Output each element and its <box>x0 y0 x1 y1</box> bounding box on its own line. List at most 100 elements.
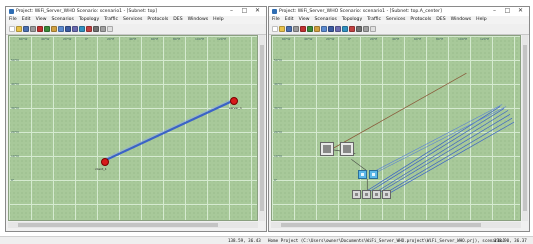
print-icon[interactable] <box>293 26 299 32</box>
copy-icon[interactable] <box>44 26 50 32</box>
menu-windows[interactable]: Windows <box>451 16 472 24</box>
link-line[interactable] <box>386 121 515 195</box>
menu-help[interactable]: Help <box>476 16 486 24</box>
menu-des[interactable]: DES <box>436 16 445 24</box>
menu-scenarios[interactable]: Scenarios <box>315 16 337 24</box>
stop-icon[interactable] <box>86 26 92 32</box>
menu-scenarios[interactable]: Scenarios <box>52 16 74 24</box>
title-bar[interactable]: Project: WiFi_Server_WHO Scenario: scena… <box>6 7 266 16</box>
menu-topology[interactable]: Topology <box>342 16 362 24</box>
maximize-button[interactable]: □ <box>501 7 514 16</box>
link-line[interactable] <box>371 108 505 191</box>
menu-services[interactable]: Services <box>386 16 405 24</box>
menu-help[interactable]: Help <box>213 16 223 24</box>
menu-services[interactable]: Services <box>123 16 142 24</box>
router-icon <box>323 145 331 153</box>
new-icon[interactable] <box>272 26 278 32</box>
network-map[interactable]: 60°W 40°W 20°W 0° 20°E 40°E 60°E 80°E 10… <box>271 35 521 221</box>
open-icon[interactable] <box>279 26 285 32</box>
cut-icon[interactable] <box>300 26 306 32</box>
config-icon[interactable] <box>363 26 369 32</box>
minimize-button[interactable]: – <box>488 7 501 16</box>
client-node[interactable] <box>101 158 109 166</box>
app-icon <box>272 9 277 14</box>
maximize-button[interactable]: □ <box>238 7 251 16</box>
menu-file[interactable]: File <box>9 16 17 24</box>
minimize-button[interactable]: – <box>225 7 238 16</box>
link-line[interactable] <box>104 99 234 162</box>
link-line[interactable] <box>378 114 511 193</box>
run-icon[interactable] <box>79 26 85 32</box>
open-icon[interactable] <box>16 26 22 32</box>
help-icon[interactable] <box>107 26 113 32</box>
horizontal-scrollbar[interactable] <box>8 222 258 228</box>
results-icon[interactable] <box>356 26 362 32</box>
menu-bar: File Edit View Scenarios Topology Traffi… <box>6 16 266 24</box>
workstation-node[interactable] <box>362 190 371 199</box>
workstation-icon <box>365 193 368 196</box>
zoom-out-icon[interactable] <box>65 26 71 32</box>
access-point-node[interactable] <box>369 170 378 179</box>
menu-topology[interactable]: Topology <box>79 16 99 24</box>
pan-icon[interactable] <box>335 26 341 32</box>
paste-icon[interactable] <box>314 26 320 32</box>
stop-icon[interactable] <box>349 26 355 32</box>
access-point-node[interactable] <box>358 170 367 179</box>
workstation-node[interactable] <box>382 190 391 199</box>
menu-view[interactable]: View <box>299 16 310 24</box>
link-line[interactable] <box>374 110 509 193</box>
workstation-node[interactable] <box>372 190 381 199</box>
server-node[interactable] <box>230 97 238 105</box>
paste-icon[interactable] <box>51 26 57 32</box>
zoom-in-icon[interactable] <box>321 26 327 32</box>
node-label: client_1 <box>95 167 107 171</box>
help-icon[interactable] <box>370 26 376 32</box>
close-button[interactable]: ✕ <box>514 7 527 16</box>
zoom-in-icon[interactable] <box>58 26 64 32</box>
save-icon[interactable] <box>286 26 292 32</box>
link-line[interactable] <box>327 72 467 152</box>
scroll-thumb[interactable] <box>260 45 264 211</box>
router-node[interactable] <box>320 142 334 156</box>
window-title: Project: WiFi_Server_WHO Scenario: scena… <box>279 9 442 14</box>
zoom-out-icon[interactable] <box>328 26 334 32</box>
menu-protocols[interactable]: Protocols <box>410 16 431 24</box>
menu-protocols[interactable]: Protocols <box>147 16 168 24</box>
workstation-node[interactable] <box>352 190 361 199</box>
app-icon <box>9 9 14 14</box>
new-icon[interactable] <box>9 26 15 32</box>
horizontal-scrollbar[interactable] <box>271 222 521 228</box>
network-map[interactable]: 60°W 40°W 20°W 0° 20°E 40°E 60°E 80°E 10… <box>8 35 258 221</box>
menu-file[interactable]: File <box>272 16 280 24</box>
pan-icon[interactable] <box>72 26 78 32</box>
results-icon[interactable] <box>93 26 99 32</box>
workstation-icon <box>375 193 378 196</box>
run-icon[interactable] <box>342 26 348 32</box>
copy-icon[interactable] <box>307 26 313 32</box>
window-title: Project: WiFi_Server_WHO Scenario: scena… <box>16 9 158 14</box>
save-icon[interactable] <box>23 26 29 32</box>
menu-traffic[interactable]: Traffic <box>104 16 118 24</box>
menu-traffic[interactable]: Traffic <box>367 16 381 24</box>
menu-edit[interactable]: Edit <box>285 16 294 24</box>
title-bar[interactable]: Project: WiFi_Server_WHO Scenario: scena… <box>269 7 529 16</box>
menu-edit[interactable]: Edit <box>22 16 31 24</box>
link-line[interactable] <box>367 106 501 191</box>
left-project-window: Project: WiFi_Server_WHO Scenario: scena… <box>5 6 267 232</box>
link-line[interactable] <box>105 98 234 159</box>
scroll-thumb[interactable] <box>281 223 481 227</box>
right-project-window: Project: WiFi_Server_WHO Scenario: scena… <box>268 6 530 232</box>
print-icon[interactable] <box>30 26 36 32</box>
cut-icon[interactable] <box>37 26 43 32</box>
menu-des[interactable]: DES <box>173 16 182 24</box>
scroll-thumb[interactable] <box>523 45 527 211</box>
config-icon[interactable] <box>100 26 106 32</box>
menu-windows[interactable]: Windows <box>188 16 209 24</box>
close-button[interactable]: ✕ <box>251 7 264 16</box>
vertical-scrollbar[interactable] <box>522 35 528 221</box>
link-line[interactable] <box>375 106 507 174</box>
vertical-scrollbar[interactable] <box>259 35 265 221</box>
menu-view[interactable]: View <box>36 16 47 24</box>
switch-node[interactable] <box>340 142 354 156</box>
scroll-thumb[interactable] <box>18 223 218 227</box>
